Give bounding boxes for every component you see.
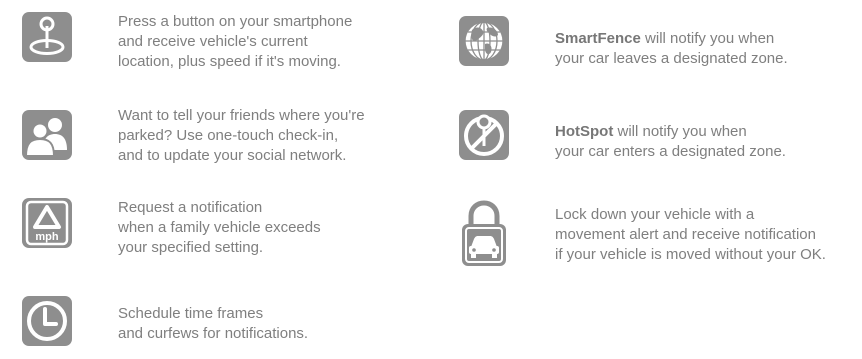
text-line: parked? Use one-touch check-in,: [118, 127, 339, 144]
hotspot-name: HotSpot: [555, 123, 614, 140]
feature-location-text: Press a button on your smartphone and re…: [118, 12, 352, 72]
text-line: if your vehicle is moved without your OK…: [555, 246, 826, 263]
text-fragment: will notify you when: [613, 123, 747, 140]
mph-label: mph: [35, 231, 59, 243]
text-line: Want to tell your friends where you're: [118, 107, 365, 124]
people-icon: [22, 110, 72, 160]
lock-car-icon: [459, 200, 509, 268]
text-line: SmartFence will notify you when: [555, 29, 788, 49]
feature-curfew: Schedule time frames and curfews for not…: [22, 290, 422, 350]
feature-hotspot-text: HotSpot will notify you when your car en…: [555, 122, 786, 162]
feature-check-in-text: Want to tell your friends where you're p…: [118, 106, 365, 166]
feature-smartfence: SmartFence will notify you when your car…: [459, 16, 859, 86]
text-line: Request a notification: [118, 199, 263, 216]
clock-icon: [22, 296, 72, 346]
text-fragment: will notify you when: [640, 30, 775, 47]
text-line: when a family vehicle exceeds: [118, 219, 321, 236]
text-line: and curfews for notifications.: [118, 325, 309, 342]
feature-speed-alert: mph Request a notification when a family…: [22, 194, 422, 264]
text-line: and receive vehicle's current: [118, 33, 308, 50]
feature-curfew-text: Schedule time frames and curfews for not…: [118, 304, 308, 344]
globe-icon: [459, 16, 509, 66]
hotspot-pin-icon: [459, 110, 509, 160]
feature-hotspot: HotSpot will notify you when your car en…: [459, 110, 859, 180]
text-line: your specified setting.: [118, 239, 264, 256]
text-line: Press a button on your smartphone: [118, 13, 353, 30]
text-line: HotSpot will notify you when: [555, 122, 786, 142]
feature-lockdown: Lock down your vehicle with a movement a…: [459, 200, 859, 280]
text-line: location, plus speed if it's moving.: [118, 53, 341, 70]
text-line: movement alert and receive notification: [555, 226, 816, 243]
feature-speed-alert-text: Request a notification when a family veh…: [118, 198, 321, 258]
smartfence-name: SmartFence: [555, 30, 641, 47]
feature-lockdown-text: Lock down your vehicle with a movement a…: [555, 205, 826, 265]
text-line: Schedule time frames: [118, 305, 264, 322]
speed-alert-icon: mph: [22, 198, 72, 248]
text-line: your car leaves a designated zone.: [555, 50, 788, 67]
text-line: and to update your social network.: [118, 147, 347, 164]
text-line: your car enters a designated zone.: [555, 143, 786, 160]
feature-location: Press a button on your smartphone and re…: [22, 10, 422, 80]
map-pin-icon: [22, 12, 72, 62]
text-line: Lock down your vehicle with a: [555, 206, 755, 223]
feature-check-in: Want to tell your friends where you're p…: [22, 106, 422, 176]
feature-smartfence-text: SmartFence will notify you when your car…: [555, 29, 788, 69]
